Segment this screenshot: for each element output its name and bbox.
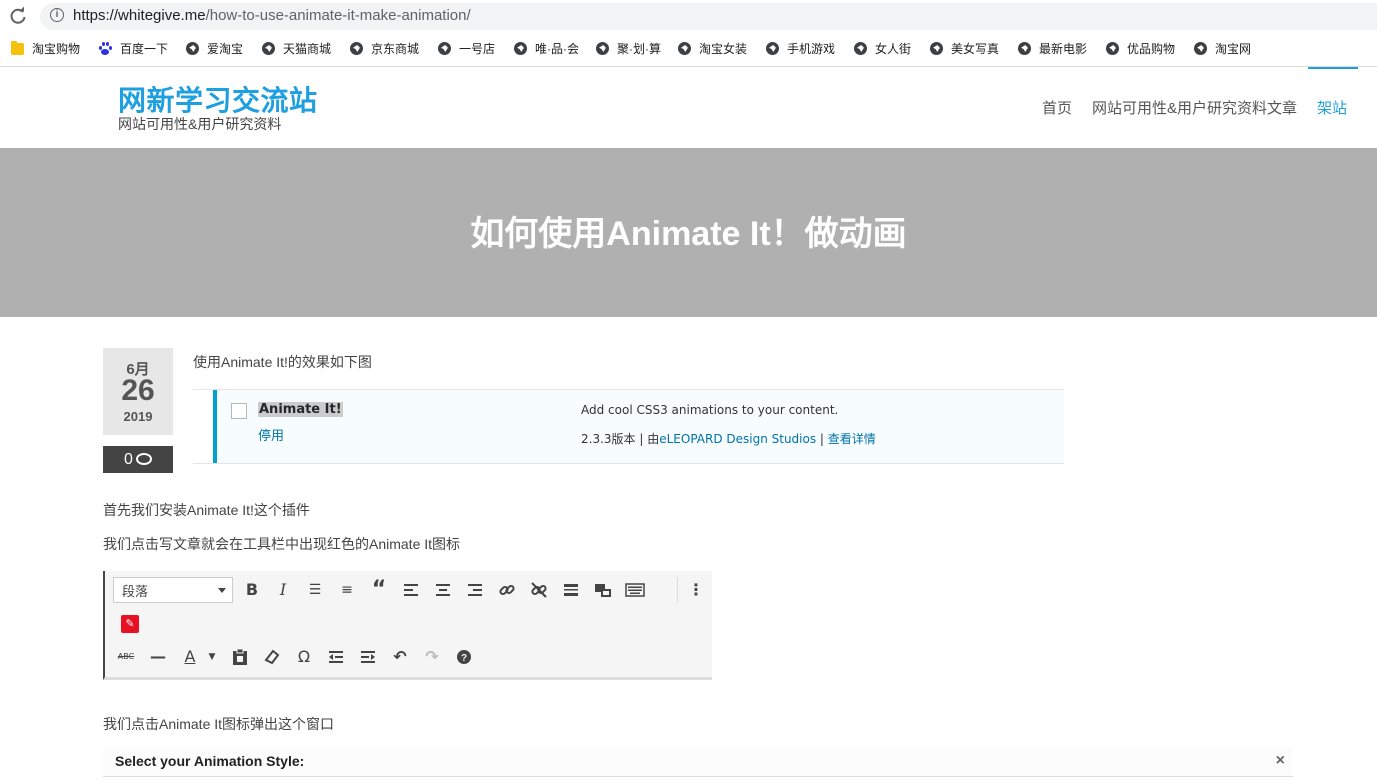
format-select[interactable]: 段落 (113, 577, 233, 603)
author-link[interactable]: eLEOPARD Design Studios (659, 432, 816, 446)
dialog-title: Select your Animation Style: (115, 753, 305, 769)
paragraph: 首先我们安装Animate It!这个插件 (103, 502, 310, 518)
bookmark-folder[interactable]: 淘宝购物 (11, 40, 80, 57)
unlink-icon[interactable] (528, 579, 550, 601)
indent-icon[interactable] (357, 646, 379, 668)
bookmark-item[interactable]: 女人街 (854, 40, 911, 57)
post-date: 6月 26 2019 (103, 348, 173, 435)
comment-count: 0 (124, 451, 133, 468)
align-left-icon[interactable] (400, 579, 422, 601)
bookmark-item[interactable]: 唯·品·会 (514, 40, 579, 57)
bold-icon[interactable]: B (241, 579, 263, 601)
details-link[interactable]: 查看详情 (828, 432, 876, 446)
align-center-icon[interactable] (432, 579, 454, 601)
plugin-row: Animate It! 停用 Add cool CSS3 animations … (213, 390, 1064, 463)
bookmark-item[interactable]: 美女写真 (930, 40, 999, 57)
paragraph: 我们点击写文章就会在工具栏中出现红色的Animate It图标 (103, 536, 461, 552)
globe-icon (438, 42, 451, 55)
date-day: 26 (121, 374, 155, 407)
bookmark-item[interactable]: 百度一下 (98, 40, 168, 57)
bookmark-item[interactable]: 优品购物 (1106, 40, 1175, 57)
outdent-icon[interactable] (325, 646, 347, 668)
text-color-icon[interactable]: A (179, 646, 201, 668)
bookmark-item[interactable]: 爱淘宝 (186, 40, 243, 57)
globe-icon (930, 42, 943, 55)
bullet-list-icon[interactable]: ☰ (304, 579, 326, 601)
animation-style-dialog: Select your Animation Style: × (103, 747, 1293, 777)
link-icon[interactable] (496, 579, 518, 601)
paragraph: 使用Animate It!的效果如下图 (193, 354, 372, 370)
strikethrough-icon[interactable]: ABC (115, 646, 137, 668)
bookmark-item[interactable]: 聚·划·算 (596, 40, 661, 57)
bookmark-item[interactable]: 天猫商城 (262, 40, 331, 57)
plugin-screenshot: Animate It! 停用 Add cool CSS3 animations … (193, 389, 1064, 464)
globe-icon (262, 42, 275, 55)
nav-home[interactable]: 首页 (1042, 97, 1072, 118)
animate-it-icon[interactable]: ✎ (121, 615, 139, 633)
address-bar: i https://whitegive.me/how-to-use-animat… (0, 0, 1377, 32)
deactivate-link[interactable]: 停用 (258, 425, 284, 444)
read-more-icon[interactable] (560, 579, 582, 601)
close-icon[interactable]: × (1276, 752, 1285, 770)
paragraph: 我们点击Animate It图标弹出这个窗口 (103, 716, 335, 732)
globe-icon (350, 42, 363, 55)
align-right-icon[interactable] (464, 579, 486, 601)
post-title: 如何使用Animate It！做动画 (470, 215, 907, 253)
help-icon[interactable]: ? (453, 646, 475, 668)
more-options-icon[interactable]: ⋮ (685, 579, 707, 601)
nav-site-building[interactable]: 架站 (1317, 97, 1347, 118)
editor-toolbar: 段落 B I ☰ ≡ “ ⋮ ✎ ABC — A ▼ Ω ↶ ↷ ? (103, 571, 712, 680)
site-description: 网站可用性&用户研究资料 (118, 116, 282, 132)
plugin-name: Animate It! (258, 402, 343, 417)
globe-icon (854, 42, 867, 55)
italic-icon[interactable]: I (272, 579, 294, 601)
paste-as-text-icon[interactable] (229, 646, 251, 668)
globe-icon (596, 42, 609, 55)
bookmark-item[interactable]: 手机游戏 (766, 40, 835, 57)
site-title[interactable]: 网新学习交流站 (118, 79, 318, 119)
globe-icon (766, 42, 779, 55)
chevron-down-icon (218, 588, 226, 593)
special-character-icon[interactable]: Ω (293, 646, 315, 668)
bookmark-item[interactable]: 最新电影 (1018, 40, 1087, 57)
folder-icon (11, 40, 24, 55)
nav-usability-articles[interactable]: 网站可用性&用户研究资料文章 (1092, 97, 1297, 118)
globe-icon (1194, 42, 1207, 55)
bookmark-item[interactable]: 淘宝女装 (678, 40, 747, 57)
url-text[interactable]: https://whitegive.me/how-to-use-animate-… (73, 7, 471, 24)
undo-icon[interactable]: ↶ (389, 646, 411, 668)
plugin-meta: 2.3.3版本 | 由eLEOPARD Design Studios | 查看详… (581, 432, 876, 446)
globe-icon (514, 42, 527, 55)
numbered-list-icon[interactable]: ≡ (336, 579, 358, 601)
chrome-divider (0, 66, 1377, 67)
text-color-dropdown-icon[interactable]: ▼ (201, 646, 223, 668)
toolbar-divider (677, 577, 678, 603)
bookmark-item[interactable]: 京东商城 (350, 40, 419, 57)
clear-formatting-icon[interactable] (261, 646, 283, 668)
comment-count-button[interactable]: 0 (103, 446, 173, 473)
date-year: 2019 (123, 409, 153, 424)
post-hero: 如何使用Animate It！做动画 (0, 148, 1377, 317)
globe-icon (1106, 42, 1119, 55)
reload-icon[interactable] (8, 6, 28, 26)
plugin-description: Add cool CSS3 animations to your content… (581, 403, 839, 417)
comment-bubble-icon (135, 453, 152, 465)
baidu-paw-icon (98, 41, 112, 56)
info-icon[interactable]: i (50, 8, 64, 22)
horizontal-line-icon[interactable]: — (147, 646, 169, 668)
bookmark-item[interactable]: 一号店 (438, 40, 495, 57)
svg-text:?: ? (461, 653, 467, 664)
globe-icon (186, 42, 199, 55)
keyboard-icon[interactable] (624, 579, 646, 601)
insert-media-icon[interactable] (592, 579, 614, 601)
blockquote-icon[interactable]: “ (368, 579, 390, 601)
nav-active-indicator (1308, 67, 1358, 69)
globe-icon (1018, 42, 1031, 55)
bookmarks-bar: 淘宝购物 百度一下 爱淘宝 天猫商城 京东商城 一号店 唯·品·会 聚·划·算 … (0, 36, 1377, 60)
redo-icon[interactable]: ↷ (421, 646, 443, 668)
plugin-checkbox[interactable] (231, 403, 247, 419)
globe-icon (678, 42, 691, 55)
bookmark-item[interactable]: 淘宝网 (1194, 40, 1251, 57)
